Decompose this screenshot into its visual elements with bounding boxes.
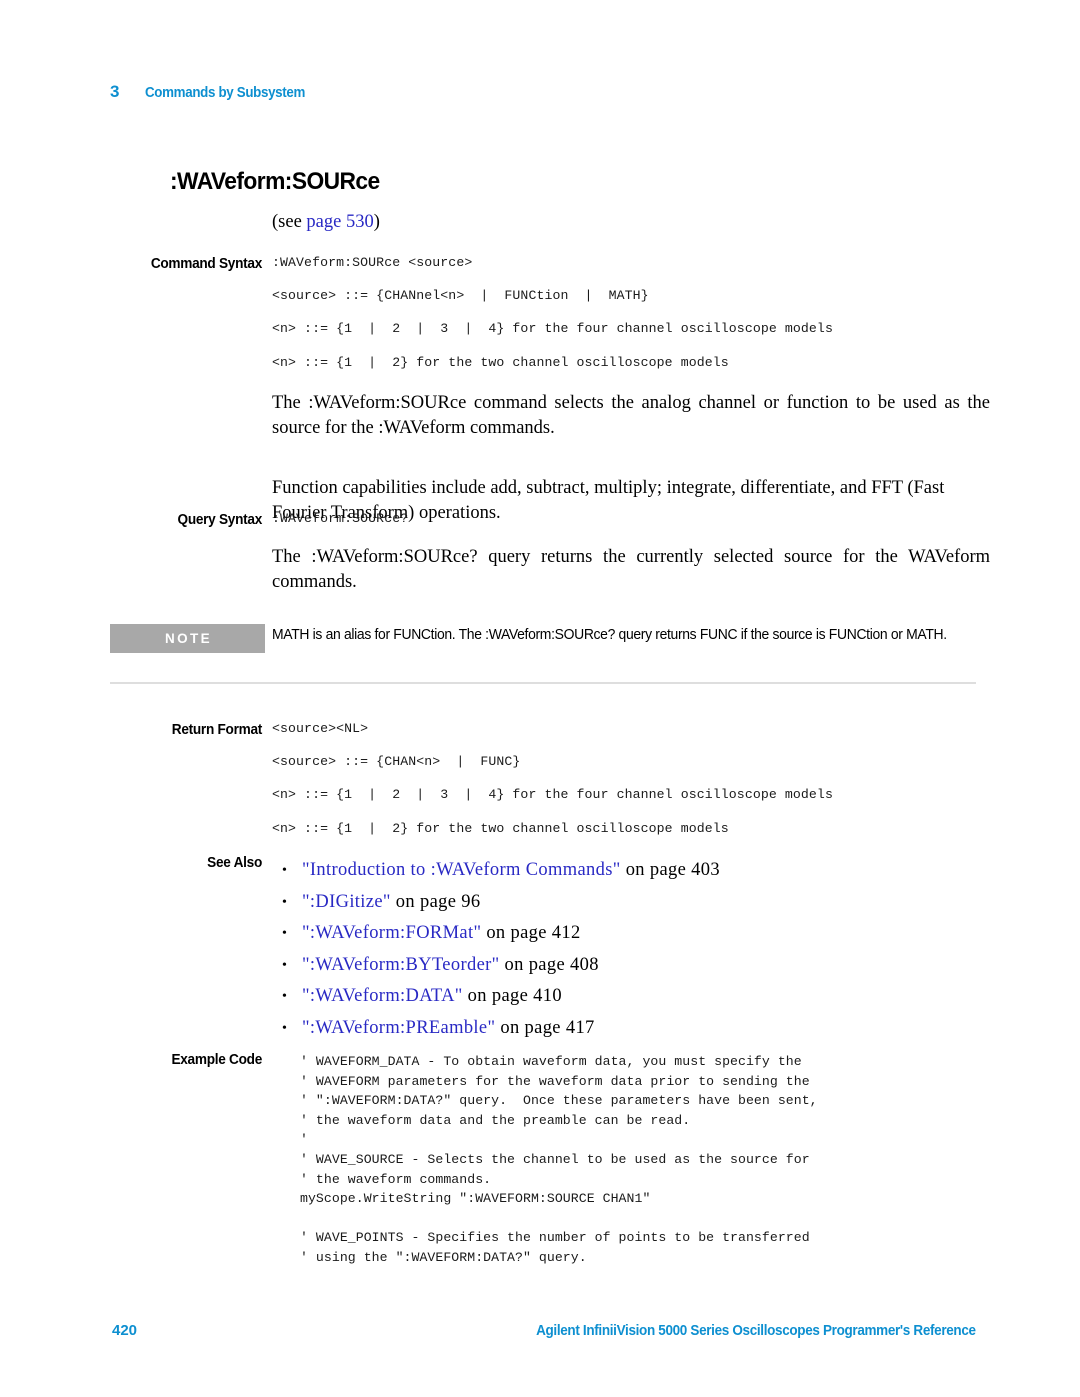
command-syntax-row: Command Syntax :WAVeform:SOURce <source>… xyxy=(0,256,1080,369)
return-format-label: Return Format xyxy=(171,722,263,738)
bullet-icon: • xyxy=(282,894,287,910)
syntax-line: <source> ::= {CHANnel<n> | FUNCtion | MA… xyxy=(272,288,649,304)
paragraph: The :WAVeform:SOURce? query returns the … xyxy=(272,547,990,592)
syntax-line: <n> ::= {1 | 2} for the two channel osci… xyxy=(272,820,729,836)
see-also-link[interactable]: ":DIGitize" xyxy=(302,892,391,912)
query-syntax-content: :WAVeform:SOURce? xyxy=(272,512,990,525)
see-also-link[interactable]: ":WAVeform:PREamble" xyxy=(302,1018,495,1038)
return-format-content: <source><NL> <source> ::= {CHAN<n> | FUN… xyxy=(272,722,990,835)
query-description-row: The :WAVeform:SOURce? query returns the … xyxy=(0,545,1080,595)
syntax-line: <n> ::= {1 | 2 | 3 | 4} for the four cha… xyxy=(272,787,833,803)
syntax-line: <source> ::= {CHAN<n> | FUNC} xyxy=(272,754,521,770)
query-description-content: The :WAVeform:SOURce? query returns the … xyxy=(272,545,990,595)
example-code-block: ' WAVEFORM_DATA - To obtain waveform dat… xyxy=(300,1054,818,1265)
see-also-link[interactable]: ":WAVeform:DATA" xyxy=(302,986,463,1006)
footer-page-number: 420 xyxy=(112,1322,138,1339)
see-also-row: See Also • "Introduction to :WAVeform Com… xyxy=(0,855,1080,1044)
chapter-title: Commands by Subsystem xyxy=(145,85,306,101)
see-also-page: on page 96 xyxy=(390,891,481,912)
list-item: • ":WAVeform:PREamble" on page 417 xyxy=(278,1013,990,1045)
section-divider xyxy=(110,682,976,684)
command-description-row: The :WAVeform:SOURce command selects the… xyxy=(0,391,1080,526)
running-header: 3 Commands by Subsystem xyxy=(110,82,319,102)
see-page-suffix: ) xyxy=(373,212,380,232)
syntax-line: <n> ::= {1 | 2 | 3 | 4} for the four cha… xyxy=(272,321,833,337)
see-page-row: (see page 530) xyxy=(0,212,1080,233)
list-item: • ":WAVeform:FORMat" on page 412 xyxy=(278,918,990,950)
list-item: • ":WAVeform:BYTeorder" on page 408 xyxy=(278,950,990,982)
command-description-content: The :WAVeform:SOURce command selects the… xyxy=(272,391,990,526)
see-also-label: See Also xyxy=(207,855,262,871)
return-format-row: Return Format <source><NL> <source> ::= … xyxy=(0,722,1080,835)
note-badge-label: NOTE xyxy=(164,631,213,646)
see-also-link[interactable]: "Introduction to :WAVeform Commands" xyxy=(302,860,621,880)
see-also-list: • "Introduction to :WAVeform Commands" on… xyxy=(278,855,990,1044)
note-badge: NOTE xyxy=(110,624,265,653)
query-syntax-row: Query Syntax :WAVeform:SOURce? xyxy=(0,512,1080,528)
see-also-page: on page 403 xyxy=(620,860,720,880)
see-also-page: on page 417 xyxy=(495,1017,595,1038)
see-also-content: • "Introduction to :WAVeform Commands" on… xyxy=(278,855,990,1044)
page-title: :WAVeform:SOURce xyxy=(170,168,380,195)
list-item: • "Introduction to :WAVeform Commands" on… xyxy=(278,855,990,887)
query-syntax-label: Query Syntax xyxy=(177,512,263,528)
see-page-link[interactable]: page 530 xyxy=(306,212,373,232)
syntax-line: <source><NL> xyxy=(272,721,369,736)
bullet-icon: • xyxy=(282,957,287,973)
note-block: NOTE MATH is an alias for FUNCtion. The … xyxy=(0,624,1080,653)
see-also-link[interactable]: ":WAVeform:BYTeorder" xyxy=(302,955,500,975)
command-syntax-content: :WAVeform:SOURce <source> <source> ::= {… xyxy=(272,256,990,369)
see-page-line: (see page 530) xyxy=(272,212,990,233)
chapter-number: 3 xyxy=(110,82,120,101)
list-item: • ":DIGitize" on page 96 xyxy=(278,887,990,919)
bullet-icon: • xyxy=(282,989,287,1004)
command-syntax-label: Command Syntax xyxy=(150,256,262,272)
footer-document-title: Agilent InfiniiVision 5000 Series Oscill… xyxy=(536,1323,976,1339)
bullet-icon: • xyxy=(282,926,287,941)
see-page-prefix: (see xyxy=(272,212,307,232)
bullet-icon: • xyxy=(282,1020,287,1036)
paragraph: The :WAVeform:SOURce command selects the… xyxy=(272,393,990,438)
syntax-line: <n> ::= {1 | 2} for the two channel osci… xyxy=(272,354,729,370)
syntax-line: :WAVeform:SOURce <source> xyxy=(272,255,473,270)
document-page: 3 Commands by Subsystem :WAVeform:SOURce… xyxy=(0,0,1080,1397)
example-code-label: Example Code xyxy=(171,1052,262,1068)
see-also-link[interactable]: ":WAVeform:FORMat" xyxy=(302,923,481,943)
example-code-content: ' WAVEFORM_DATA - To obtain waveform dat… xyxy=(300,1052,990,1268)
see-also-page: on page 410 xyxy=(462,986,562,1006)
syntax-line: :WAVeform:SOURce? xyxy=(272,511,409,526)
note-text: MATH is an alias for FUNCtion. The :WAVe… xyxy=(272,627,947,643)
list-item: • ":WAVeform:DATA" on page 410 xyxy=(278,981,990,1013)
see-also-page: on page 408 xyxy=(499,954,599,975)
see-also-page: on page 412 xyxy=(481,923,581,943)
example-code-row: Example Code ' WAVEFORM_DATA - To obtain… xyxy=(0,1052,1080,1268)
bullet-icon: • xyxy=(282,863,287,878)
